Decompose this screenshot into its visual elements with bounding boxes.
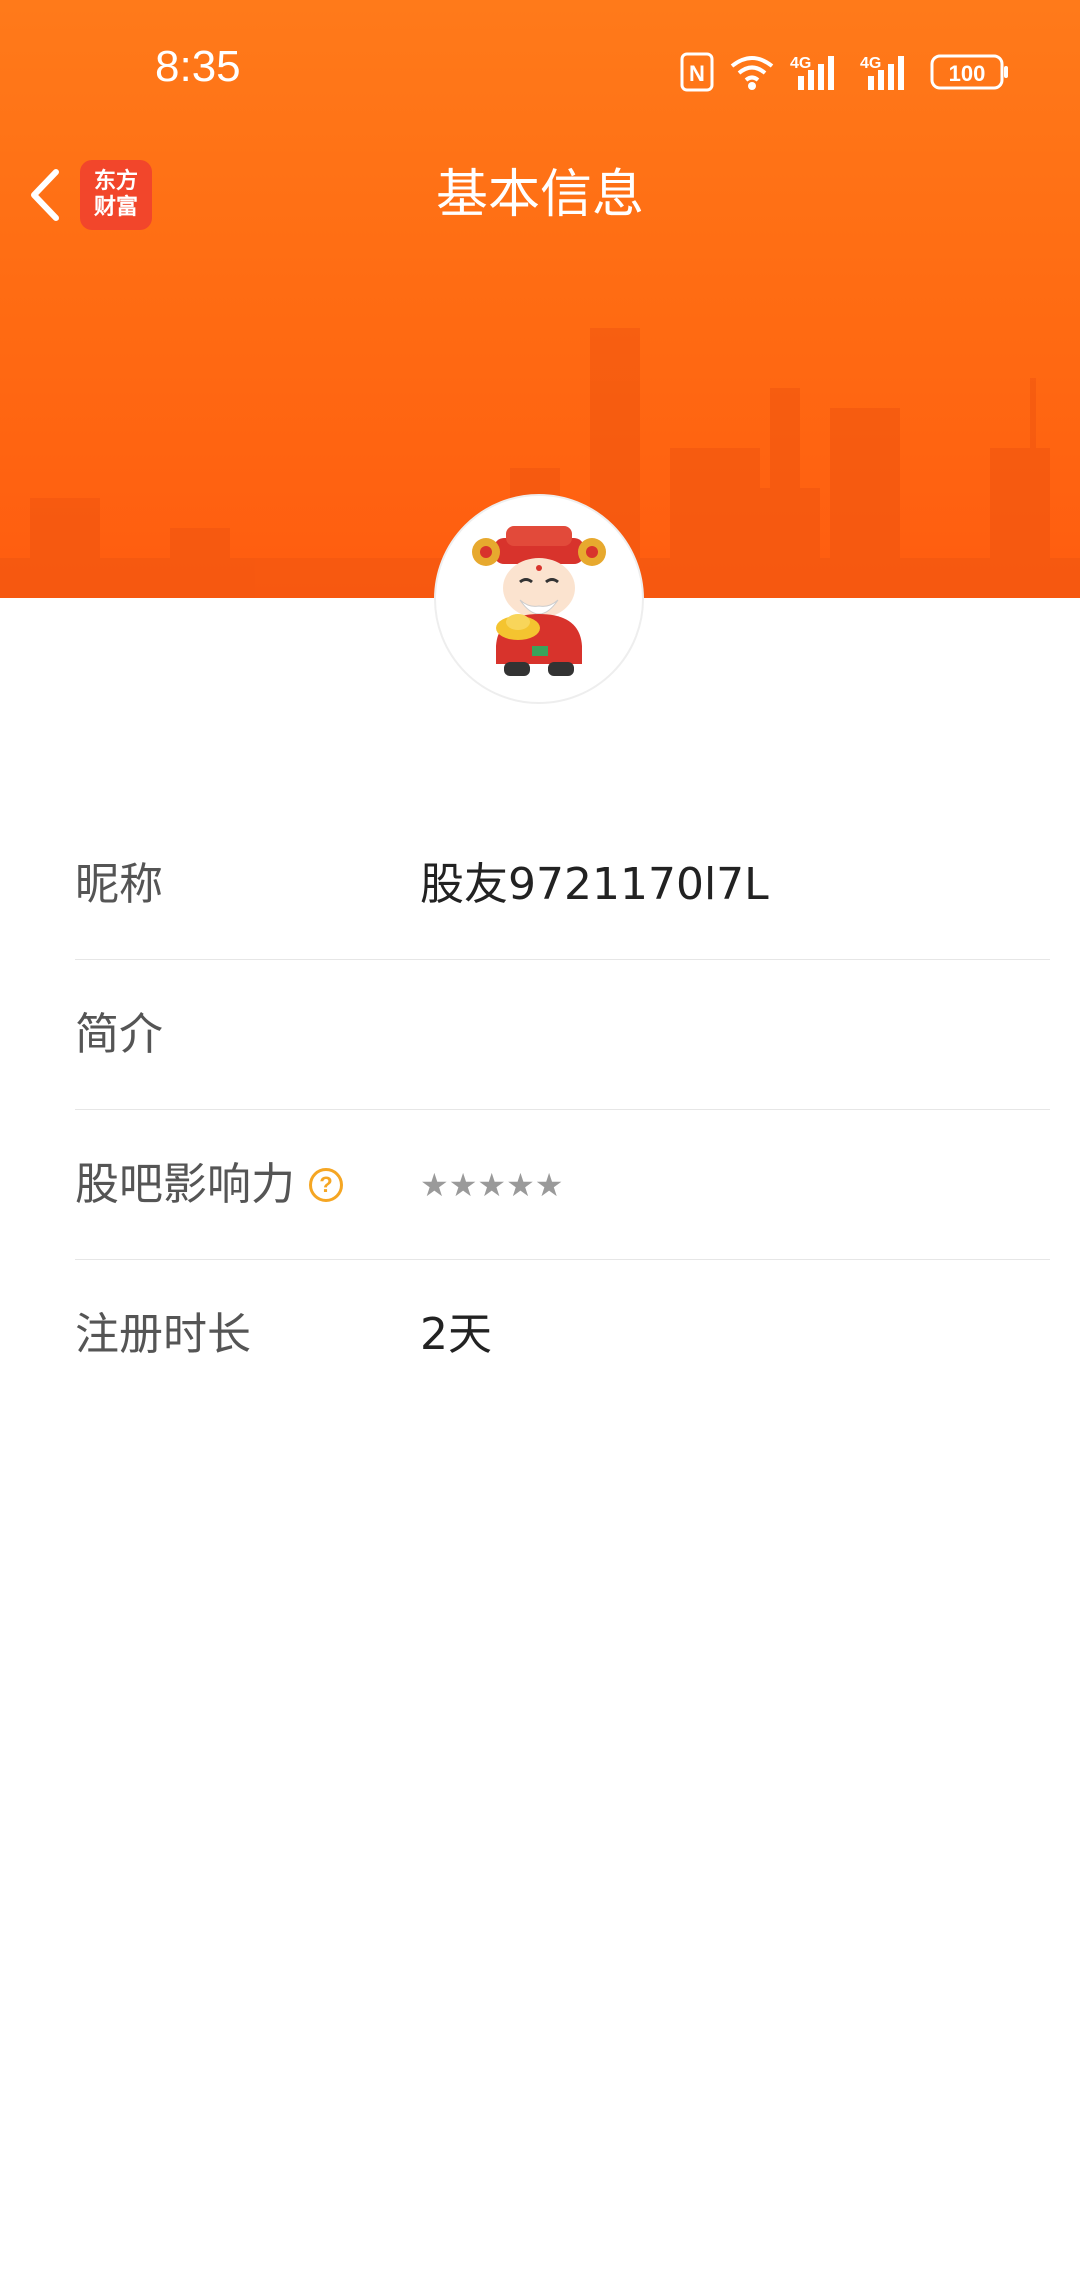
bio-label: 简介	[75, 1009, 163, 1060]
nickname-label: 昵称	[75, 859, 163, 910]
nfc-icon: N	[680, 52, 714, 92]
fortune-god-avatar-icon	[472, 526, 606, 676]
list-item-registration-duration: 注册时长 2天	[75, 1260, 1050, 1410]
avatar[interactable]	[434, 494, 644, 704]
list-item-influence: 股吧影响力 ? ★★★★★	[75, 1110, 1050, 1260]
page-title: 基本信息	[435, 165, 644, 225]
svg-text:N: N	[689, 61, 705, 86]
help-question-icon[interactable]: ?	[309, 1168, 343, 1202]
influence-star-rating: ★★★★★	[420, 1166, 564, 1204]
wifi-icon	[730, 56, 774, 90]
status-time: 8:35	[155, 42, 241, 91]
nickname-value: 股友9721170l7L	[420, 859, 769, 910]
registration-duration-label: 注册时长	[75, 1309, 251, 1360]
svg-text:100: 100	[949, 61, 986, 86]
list-item-nickname[interactable]: 昵称 股友9721170l7L	[75, 810, 1050, 960]
svg-text:4G: 4G	[860, 55, 881, 72]
battery-icon: 100	[930, 54, 1008, 90]
influence-label: 股吧影响力	[75, 1159, 295, 1210]
registration-duration-value: 2天	[420, 1309, 492, 1360]
signal-4g-icon-2: 4G	[860, 55, 904, 90]
list-item-bio[interactable]: 简介	[75, 960, 1050, 1110]
influence-label-group: 股吧影响力 ?	[75, 1110, 343, 1260]
status-bar: 8:35 N 4G 4G 100	[0, 0, 1080, 140]
profile-info-list: 昵称 股友9721170l7L 简介 股吧影响力 ? ★★★★★ 注册时长 2天	[75, 810, 1050, 1410]
signal-4g-icon: 4G	[790, 55, 834, 90]
status-icons: N 4G 4G 100	[680, 50, 1010, 94]
svg-text:4G: 4G	[790, 55, 811, 72]
